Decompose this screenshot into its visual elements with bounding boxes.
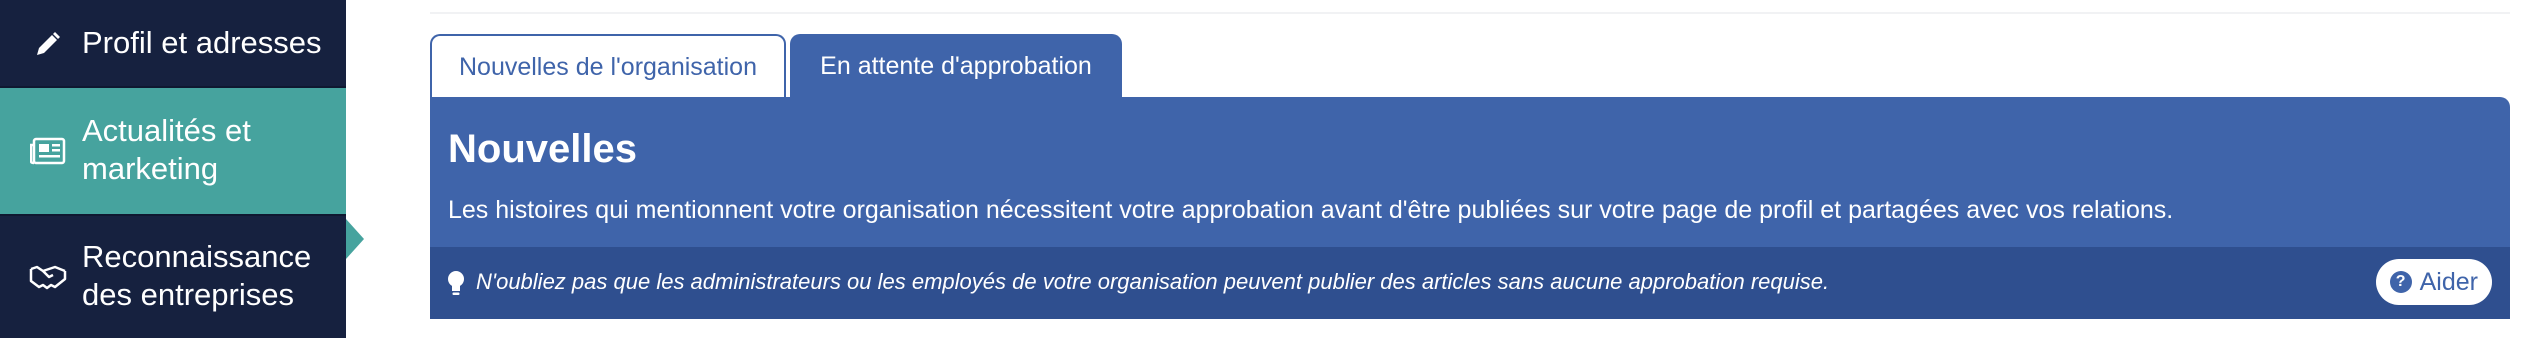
- help-button-label: Aider: [2419, 267, 2478, 296]
- news-panel: Nouvelles Les histoires qui mentionnent …: [430, 97, 2510, 319]
- panel-title: Nouvelles: [448, 127, 637, 171]
- tab-organisation-news[interactable]: Nouvelles de l'organisation: [430, 34, 786, 98]
- notice-text: N'oubliez pas que les administrateurs ou…: [476, 269, 1830, 294]
- question-circle-icon: ?: [2389, 271, 2412, 293]
- newspaper-icon: [28, 131, 68, 171]
- sidebar-item-label: Reconnaissance des entreprises: [82, 239, 312, 312]
- notice-bar: N'oubliez pas que les administrateurs ou…: [430, 247, 2510, 319]
- lightbulb-icon: [444, 269, 468, 299]
- handshake-icon: [28, 257, 68, 297]
- tab-pending-approval[interactable]: En attente d'approbation: [790, 34, 1122, 98]
- sidebar-item-profile[interactable]: Profil et adresses: [0, 0, 346, 88]
- sidebar-item-label: Profil et adresses: [82, 25, 322, 60]
- sidebar-item-news-marketing[interactable]: Actualités et marketing: [0, 88, 364, 259]
- sidebar-item-label: Actualités et marketing: [82, 113, 251, 186]
- sidebar-item-business-recognition[interactable]: Reconnaissance des entreprises: [0, 214, 346, 338]
- help-button[interactable]: ? Aider: [2375, 259, 2492, 305]
- pencil-icon: [28, 24, 68, 64]
- sidebar: Profil et adresses Actualités et marketin…: [0, 0, 364, 338]
- page-root: Profil et adresses Actualités et marketin…: [0, 0, 2526, 338]
- top-separator: [430, 12, 2510, 14]
- active-indicator-arrow: [346, 219, 364, 259]
- panel-description: Les histoires qui mentionnent votre orga…: [448, 196, 2174, 224]
